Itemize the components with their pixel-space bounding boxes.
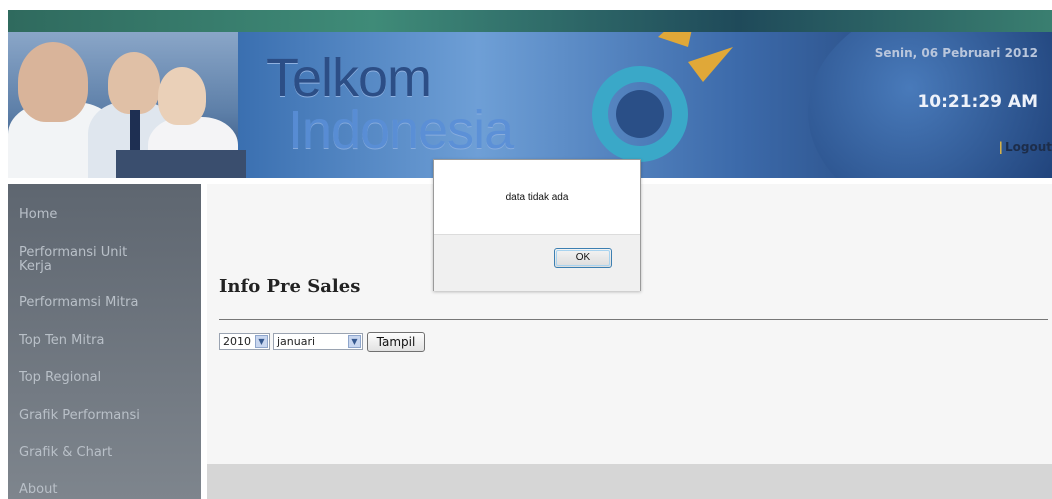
logout-link[interactable]: | Logout <box>999 140 1052 154</box>
sidebar-item-grafik-performansi[interactable]: Grafik Performansi <box>19 409 140 423</box>
current-date: Senin, 06 Pebruari 2012 <box>874 46 1038 60</box>
month-select-value: januari <box>277 335 316 348</box>
sidebar-nav: Home Performansi Unit Kerja Performamsi … <box>8 184 201 499</box>
sidebar-item-performansi-unit-kerja[interactable]: Performansi Unit Kerja <box>19 246 149 274</box>
chevron-down-icon[interactable]: ▼ <box>348 335 361 348</box>
year-select-value: 2010 <box>223 335 251 348</box>
content-footer-band <box>207 464 1052 499</box>
top-banner-strip <box>8 10 1052 32</box>
current-time: 10:21:29 AM <box>917 92 1038 112</box>
page-title: Info Pre Sales <box>219 276 361 297</box>
logout-label: Logout <box>1004 140 1052 154</box>
sidebar-item-top-regional[interactable]: Top Regional <box>19 371 101 385</box>
brand-line-2: Indonesia <box>288 100 514 160</box>
telkom-logo-icon <box>592 32 733 162</box>
chevron-down-icon[interactable]: ▼ <box>255 335 268 348</box>
sidebar-item-about[interactable]: About <box>19 483 57 497</box>
brand-wordmark: Telkom Indonesia <box>266 48 514 160</box>
sidebar-item-grafik-chart[interactable]: Grafik & Chart <box>19 446 112 460</box>
brand-line-1: Telkom <box>266 48 432 108</box>
alert-message: data tidak ada <box>505 192 569 203</box>
header-banner: Telkom Indonesia Senin, 06 Pebruari 2012… <box>8 32 1052 178</box>
sidebar-item-top-ten-mitra[interactable]: Top Ten Mitra <box>19 334 104 348</box>
year-select[interactable]: 2010 ▼ <box>219 333 270 350</box>
title-divider <box>219 319 1048 320</box>
header-photo <box>8 32 246 178</box>
tampil-button[interactable]: Tampil <box>367 332 425 352</box>
sidebar-item-performamsi-mitra[interactable]: Performamsi Mitra <box>19 296 138 310</box>
separator-icon: | <box>998 140 1003 154</box>
alert-dialog: data tidak ada OK <box>433 159 641 291</box>
month-select[interactable]: januari ▼ <box>273 333 363 350</box>
ok-button[interactable]: OK <box>554 248 612 268</box>
sidebar-item-home[interactable]: Home <box>19 208 57 222</box>
alert-footer: OK <box>434 234 640 291</box>
